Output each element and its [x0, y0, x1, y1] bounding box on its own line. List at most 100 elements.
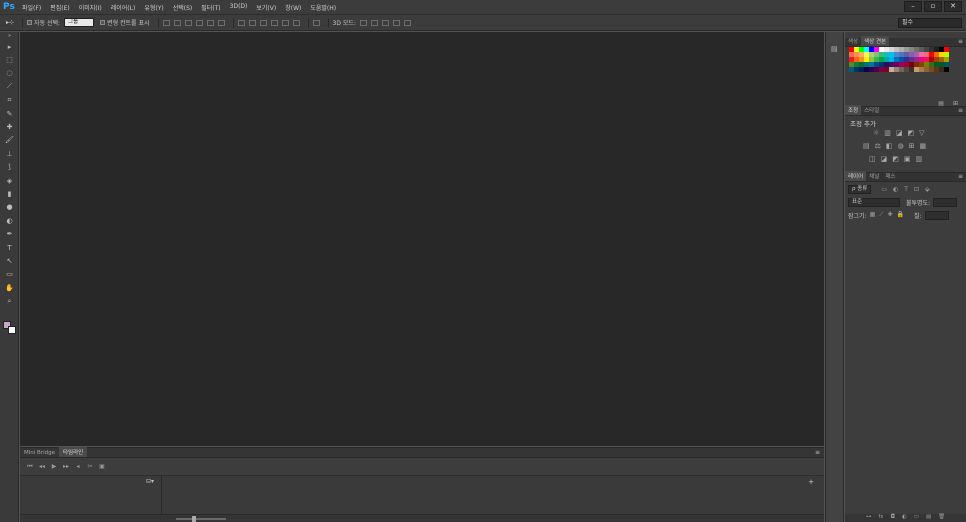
adjustment-icon[interactable]: ◫	[869, 155, 876, 163]
timeline-zoom-knob[interactable]	[192, 516, 196, 522]
layer-action-icon[interactable]: ▭	[914, 514, 919, 522]
create-timeline-button[interactable]: ⊟▾	[146, 478, 154, 485]
layer-filter-kind-dropdown[interactable]: ρ 종류	[848, 184, 872, 194]
menu-item[interactable]: 파일(F)	[22, 3, 41, 12]
panel-menu-icon[interactable]: ≡	[958, 173, 963, 180]
close-button[interactable]: ✕	[944, 1, 962, 12]
adjustment-icon[interactable]: ▦	[920, 142, 927, 150]
tool-icon[interactable]: 🖌	[0, 134, 19, 147]
roll-3d-icon[interactable]	[370, 19, 378, 26]
tool-icon[interactable]: ⊥	[0, 147, 19, 160]
tool-icon[interactable]: ⟋	[0, 80, 19, 93]
timeline-control-icon[interactable]: ◂	[72, 463, 84, 470]
adjustment-icon[interactable]: ◧	[886, 142, 893, 150]
tool-icon[interactable]: ✋	[0, 281, 19, 294]
layer-action-icon[interactable]: 🗑	[938, 514, 945, 522]
tool-icon[interactable]: ▸	[0, 40, 19, 53]
adjustment-icon[interactable]: ◪	[881, 155, 888, 163]
tab-channels[interactable]: 채널	[866, 171, 882, 181]
tab-mini-bridge[interactable]: Mini Bridge	[20, 449, 59, 457]
add-track-button[interactable]: +	[808, 478, 814, 486]
distribute-center-icon[interactable]	[281, 19, 289, 26]
tool-icon[interactable]: ◈	[0, 174, 19, 187]
distribute-top-icon[interactable]	[237, 19, 245, 26]
align-right-icon[interactable]	[217, 19, 225, 26]
timeline-control-icon[interactable]: ⏮	[24, 463, 36, 471]
tool-collapse-icon[interactable]: »	[0, 32, 19, 40]
adjustment-icon[interactable]: ◍	[898, 142, 904, 150]
menu-item[interactable]: 레이어(L)	[111, 3, 136, 12]
layer-filter-icon[interactable]: ◐	[893, 186, 898, 193]
panel-menu-icon[interactable]: ≡	[958, 107, 963, 114]
auto-align-icon[interactable]	[312, 19, 320, 26]
tab-adjustments[interactable]: 조정	[845, 105, 862, 115]
tool-icon[interactable]: ⬚	[0, 53, 19, 66]
timeline-control-icon[interactable]: ▸▸	[60, 463, 72, 470]
adjustment-icon[interactable]: ▤	[863, 142, 870, 150]
tool-icon[interactable]: ⌕	[0, 294, 19, 307]
menu-item[interactable]: 이미지(I)	[79, 3, 102, 12]
timeline-control-icon[interactable]: ✂	[84, 463, 96, 470]
menu-item[interactable]: 보기(V)	[256, 3, 276, 12]
move-tool-preset[interactable]: ▸⊹	[6, 19, 14, 26]
workspace-dropdown[interactable]: 필수	[898, 18, 962, 28]
layer-filter-icon[interactable]: T	[904, 186, 908, 193]
tab-color[interactable]: 색상	[845, 36, 861, 46]
tab-timeline[interactable]: 타임라인	[58, 447, 88, 457]
document-canvas-area[interactable]	[20, 32, 824, 446]
tool-icon[interactable]: ✚	[0, 120, 19, 133]
scale-3d-icon[interactable]	[403, 19, 411, 26]
lock-icon[interactable]: ⟋	[879, 211, 883, 219]
history-icon[interactable]: ▤	[831, 45, 838, 53]
layer-action-icon[interactable]: ◐	[902, 514, 907, 522]
layer-action-icon[interactable]: ⊶	[866, 514, 872, 522]
tab-swatches[interactable]: 색상 견본	[861, 36, 890, 46]
adjustment-icon[interactable]: ◩	[908, 129, 915, 137]
menu-item[interactable]: 도움말(H)	[310, 3, 336, 12]
auto-select-dropdown[interactable]: 그룹	[64, 18, 95, 27]
adjustment-icon[interactable]: ◪	[896, 129, 903, 137]
panel-menu-icon[interactable]: ≡	[958, 38, 963, 45]
lock-icon[interactable]: ✚	[887, 211, 892, 219]
adjustment-icon[interactable]: ▣	[904, 155, 911, 163]
menu-item[interactable]: 편집(E)	[50, 3, 70, 12]
menu-item[interactable]: 유형(Y)	[144, 3, 163, 12]
blend-mode-dropdown[interactable]: 표준	[848, 197, 900, 207]
distribute-middle-icon[interactable]	[248, 19, 256, 26]
lock-icon[interactable]: 🔒	[897, 211, 904, 219]
drag-3d-icon[interactable]	[381, 19, 389, 26]
rotate-3d-icon[interactable]	[359, 19, 367, 26]
adjustment-icon[interactable]: ▽	[919, 129, 924, 137]
tool-icon[interactable]: ✒	[0, 227, 19, 240]
tab-layers[interactable]: 레이어	[845, 171, 867, 181]
color-swatch[interactable]	[944, 67, 949, 72]
slide-3d-icon[interactable]	[392, 19, 400, 26]
adjustment-icon[interactable]: ▥	[884, 129, 891, 137]
layer-action-icon[interactable]: ▤	[926, 514, 931, 522]
adjustment-icon[interactable]: ◩	[892, 155, 899, 163]
show-transform-checkbox[interactable]	[100, 20, 106, 25]
tab-paths[interactable]: 패스	[882, 171, 898, 181]
tool-icon[interactable]: ⌗	[0, 94, 19, 107]
menu-item[interactable]: 선택(S)	[173, 3, 193, 12]
adjustment-icon[interactable]: ⚖	[875, 142, 881, 150]
opacity-field[interactable]	[933, 197, 958, 207]
menu-item[interactable]: 필터(T)	[201, 3, 220, 12]
adjustment-icon[interactable]: ⊞	[909, 142, 915, 150]
auto-select-checkbox[interactable]	[27, 20, 33, 25]
distribute-bottom-icon[interactable]	[259, 19, 267, 26]
lock-icon[interactable]: ▦	[870, 211, 876, 219]
tab-styles[interactable]: 스타일	[861, 105, 882, 115]
timeline-control-icon[interactable]: ◂◂	[36, 463, 48, 470]
tool-icon[interactable]: ◐	[0, 214, 19, 227]
tool-icon[interactable]: ✎	[0, 107, 19, 120]
align-left-icon[interactable]	[195, 19, 203, 26]
tool-icon[interactable]: ●	[0, 201, 19, 214]
adjustment-icon[interactable]: ▥	[916, 155, 923, 163]
restore-button[interactable]: ▫	[924, 1, 942, 12]
layer-action-icon[interactable]: fx	[878, 514, 883, 522]
timeline-control-icon[interactable]: ▶	[48, 463, 60, 470]
panel-menu-icon[interactable]: ≡	[815, 449, 820, 456]
menu-item[interactable]: 창(W)	[285, 3, 301, 12]
layer-action-icon[interactable]: ◘	[891, 514, 895, 522]
